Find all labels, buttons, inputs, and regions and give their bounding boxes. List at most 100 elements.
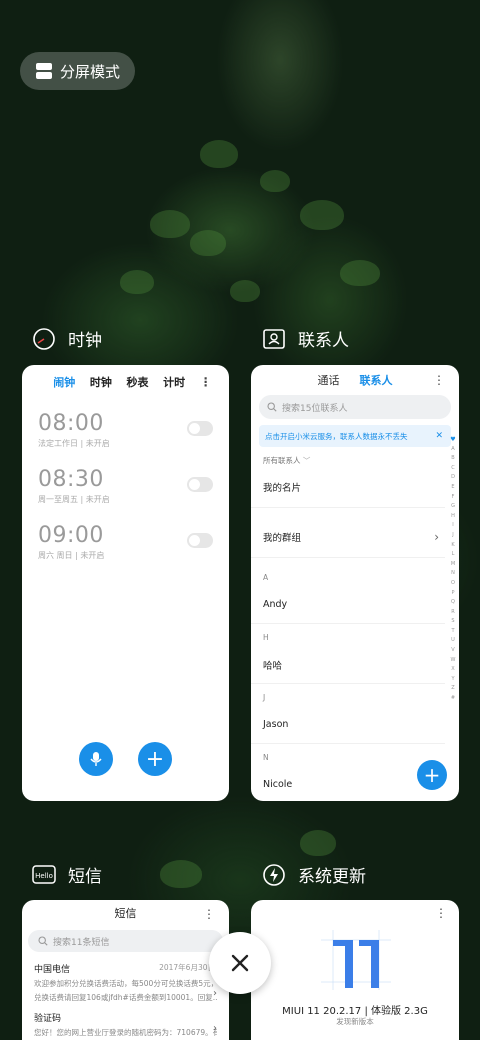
section-letter: A — [263, 573, 269, 582]
index-letter[interactable]: F — [452, 493, 455, 503]
search-placeholder: 搜索11条短信 — [53, 937, 110, 948]
chevron-right-icon: › — [434, 529, 439, 544]
voice-alarm-button[interactable] — [79, 742, 113, 776]
index-letter[interactable]: D — [451, 473, 455, 483]
plus-icon: + — [145, 746, 165, 772]
add-contact-button[interactable]: + — [417, 760, 447, 790]
message-preview-line: 您好！您的网上营业厅登录的随机密码为：710679。有 — [34, 1028, 217, 1037]
index-letter[interactable]: R — [451, 608, 454, 618]
message-preview-line: 兑换话费请回复106或jfdh#话费金额到10001。回复... — [34, 993, 217, 1002]
alarm-toggle[interactable] — [187, 477, 213, 492]
index-letter[interactable]: U — [451, 636, 455, 646]
clear-all-button[interactable] — [209, 932, 271, 994]
split-screen-label: 分屏模式 — [60, 62, 121, 81]
message-date: 2017年6月30日 — [159, 963, 215, 972]
my-groups-row[interactable]: 我的群组 › — [251, 516, 445, 558]
index-letter[interactable]: S — [451, 617, 454, 627]
index-letter[interactable]: V — [451, 646, 454, 656]
tab-timer[interactable]: 计时 — [163, 374, 185, 390]
clock-app-name: 时钟 — [68, 331, 102, 351]
filter-label: 所有联系人 — [263, 456, 301, 465]
tab-stopwatch[interactable]: 秒表 — [126, 374, 148, 390]
contact-row[interactable]: Jason — [251, 706, 445, 744]
more-options-icon[interactable]: ⋮ — [435, 906, 447, 920]
alarm-item[interactable]: 08:30 周一至周五 | 未开启 — [22, 467, 229, 523]
alarm-desc: 法定工作日 | 未开启 — [38, 439, 110, 448]
tab-clock[interactable]: 时钟 — [90, 374, 112, 390]
contact-row[interactable]: Andy — [251, 586, 445, 624]
alarm-toggle[interactable] — [187, 421, 213, 436]
cloud-service-notice[interactable]: 点击开启小米云服务，联系人数据永不丢失 ✕ — [259, 425, 451, 447]
update-icon — [262, 863, 286, 887]
message-sender: 验证码 — [34, 1014, 62, 1024]
alarm-desc: 周六 周日 | 未开启 — [38, 551, 105, 560]
messages-app-card[interactable]: 短信 ⋮ 搜索11条短信 中国电信 2017年6月30日 欢迎参加积分兑换话费活… — [22, 900, 229, 1040]
index-letter[interactable]: N — [451, 569, 455, 579]
messages-app-header[interactable]: Hello 短信 — [32, 862, 102, 887]
index-letter[interactable]: X — [451, 665, 454, 675]
contacts-icon — [262, 327, 286, 351]
tab-contacts[interactable]: 联系人 — [360, 372, 393, 388]
my-groups-label: 我的群组 — [263, 532, 302, 544]
tab-alarm[interactable]: 闹钟 — [53, 374, 75, 390]
alarm-desc: 周一至周五 | 未开启 — [38, 495, 110, 504]
miui-11-logo — [321, 930, 391, 990]
alarm-toggle[interactable] — [187, 533, 213, 548]
index-letter[interactable]: A — [451, 445, 454, 455]
index-letter[interactable]: H — [451, 512, 455, 522]
my-card-label: 我的名片 — [263, 482, 302, 494]
alarm-item[interactable]: 08:00 法定工作日 | 未开启 — [22, 411, 229, 467]
index-letter[interactable]: B — [451, 454, 454, 464]
section-letter: H — [263, 633, 269, 642]
contacts-search-input[interactable]: 搜索15位联系人 — [259, 395, 451, 419]
index-letter[interactable]: W — [451, 656, 456, 666]
contacts-app-header[interactable]: 联系人 — [262, 326, 349, 351]
index-letter[interactable]: # — [451, 694, 455, 704]
index-letter[interactable]: Y — [451, 675, 454, 685]
contact-row[interactable]: Nicole — [251, 766, 445, 801]
contacts-app-name: 联系人 — [298, 331, 349, 351]
my-card-row[interactable]: 我的名片 — [251, 466, 445, 508]
add-alarm-button[interactable]: + — [138, 742, 172, 776]
section-letter: J — [263, 693, 266, 702]
index-letter[interactable]: O — [451, 579, 455, 589]
index-letter[interactable]: M — [451, 560, 455, 570]
split-screen-icon — [36, 63, 52, 79]
messages-search-input[interactable]: 搜索11条短信 — [28, 930, 223, 952]
close-icon — [231, 954, 249, 972]
index-letter[interactable]: Q — [451, 598, 455, 608]
updater-app-header[interactable]: 系统更新 — [262, 862, 366, 887]
message-preview-line: 欢迎参加积分兑换话费活动，每500分可兑换话费5元， — [34, 979, 217, 988]
index-letter[interactable]: P — [451, 589, 454, 599]
favorites-heart-icon[interactable]: ♥ — [450, 435, 455, 445]
update-subtitle: 发现新版本 — [336, 1017, 374, 1026]
tab-calls[interactable]: 通话 — [318, 372, 340, 388]
more-options-icon[interactable]: ⋮ — [203, 900, 215, 928]
contact-filter-dropdown[interactable]: 所有联系人 ﹀ — [251, 447, 459, 466]
index-letter[interactable]: E — [451, 483, 454, 493]
update-version: MIUI 11 20.2.17 | 体验版 2.3G — [282, 1006, 428, 1017]
index-letter[interactable]: L — [452, 550, 455, 560]
messages-app-name: 短信 — [68, 867, 102, 887]
alarm-item[interactable]: 09:00 周六 周日 | 未开启 — [22, 523, 229, 579]
index-letter[interactable]: I — [452, 521, 453, 531]
index-letter[interactable]: G — [451, 502, 455, 512]
index-letter[interactable]: C — [451, 464, 455, 474]
updater-app-card[interactable]: ⋮ MIUI 11 20.2.17 | 体验版 2.3G 发现新版本 — [251, 900, 459, 1040]
clock-app-card[interactable]: 闹钟 时钟 秒表 计时 ⋮ 08:00 法定工作日 | 未开启 08:30 周一… — [22, 365, 229, 801]
contacts-app-card[interactable]: 通话 联系人 ⋮ 搜索15位联系人 点击开启小米云服务，联系人数据永不丢失 ✕ … — [251, 365, 459, 801]
message-thread[interactable]: 验证码 您好！您的网上营业厅登录的随机密码为：710679。有 › — [22, 1003, 229, 1038]
index-letter[interactable]: Z — [451, 684, 454, 694]
clock-app-header[interactable]: 时钟 — [32, 326, 102, 351]
index-letter[interactable]: K — [451, 541, 454, 551]
chevron-right-icon: › — [213, 988, 217, 999]
message-thread[interactable]: 中国电信 2017年6月30日 欢迎参加积分兑换话费活动，每500分可兑换话费5… — [22, 952, 229, 1003]
close-icon[interactable]: ✕ — [435, 431, 443, 441]
index-letter[interactable]: T — [451, 627, 454, 637]
more-options-icon[interactable]: ⋮ — [433, 373, 445, 387]
alphabet-index[interactable]: ♥ A B C D E F G H I J K L M N O P Q R S T U V W X Y Z # — [449, 435, 457, 704]
more-options-icon[interactable]: ⋮ — [200, 375, 212, 389]
split-screen-button[interactable]: 分屏模式 — [20, 52, 135, 90]
index-letter[interactable]: J — [452, 531, 453, 541]
contact-row[interactable]: 哈哈 — [251, 646, 445, 684]
